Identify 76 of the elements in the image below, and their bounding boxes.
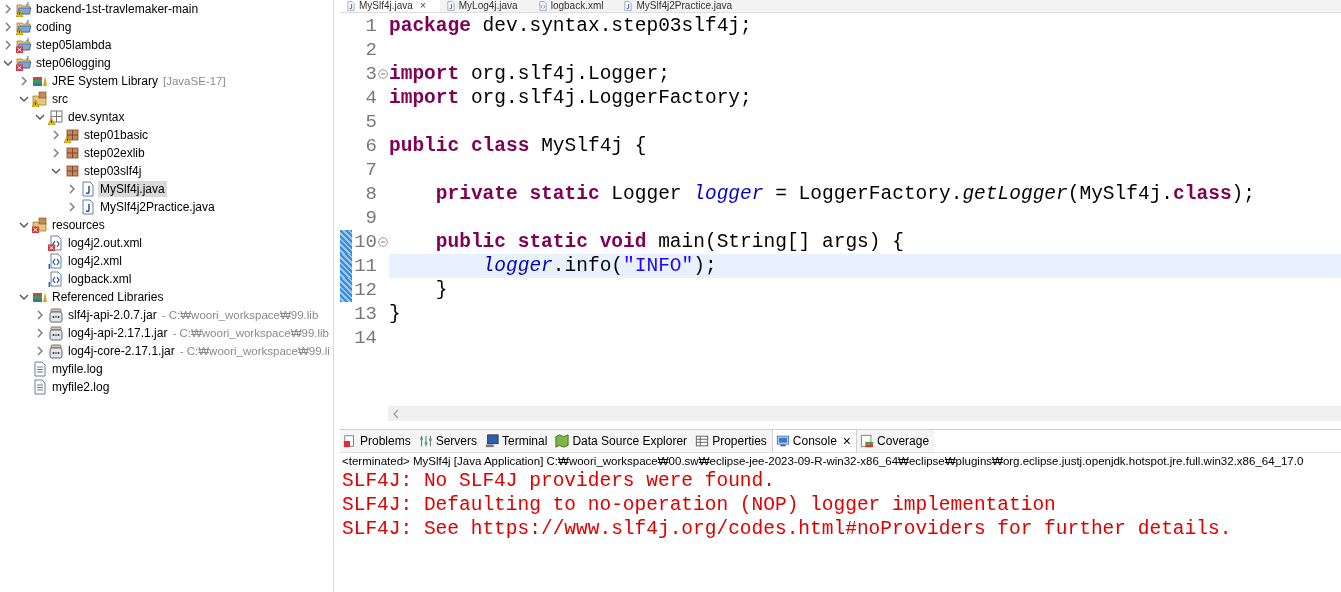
- view-tab[interactable]: Servers: [415, 430, 483, 452]
- tree-item[interactable]: log4j-api-2.17.1.jar: [66, 325, 170, 341]
- tree-item[interactable]: step06logging: [34, 55, 113, 71]
- close-view-icon[interactable]: ×: [842, 433, 852, 449]
- line-number: 11: [353, 255, 377, 277]
- line-number: 2: [364, 39, 377, 61]
- console-output-line: SLF4J: Defaulting to no-operation (NOP) logger implementation: [341, 493, 1057, 517]
- tree-item[interactable]: step03slf4j: [82, 163, 144, 179]
- tree-item-detail: [JavaSE-17]: [163, 75, 226, 87]
- fold-icon[interactable]: [378, 237, 388, 247]
- line-number: 8: [364, 183, 377, 205]
- console-output-line: SLF4J: See https://www.slf4j.org/codes.html#noProviders for further details.: [341, 517, 1233, 541]
- tree-item[interactable]: backend-1st-travlemaker-main: [34, 1, 201, 17]
- properties-view-icon: [695, 434, 710, 448]
- view-tab[interactable]: Console ×: [771, 430, 858, 452]
- code-line: package dev.syntax.step03slf4j;: [389, 14, 753, 38]
- tree-item[interactable]: dev.syntax: [66, 109, 127, 125]
- tree-item[interactable]: JRE System Library: [50, 73, 161, 89]
- editor-tab[interactable]: logback.xml: [531, 0, 618, 12]
- terminal-view-icon: [485, 434, 500, 448]
- line-number: 7: [364, 159, 377, 181]
- tree-item[interactable]: src: [50, 91, 70, 107]
- code-line: private static Logger logger = LoggerFactory.getLogger(MySlf4j.class);: [434, 182, 1256, 206]
- view-tab[interactable]: Problems: [340, 430, 416, 452]
- tree-item[interactable]: slf4j-api-2.0.7.jar: [66, 307, 159, 323]
- tree-item[interactable]: logback.xml: [66, 271, 134, 287]
- code-line: import org.slf4j.LoggerFactory;: [389, 86, 753, 110]
- view-tab[interactable]: Data Source Explorer: [552, 430, 693, 452]
- line-number: 14: [353, 327, 377, 349]
- view-tab[interactable]: Coverage: [857, 430, 935, 452]
- tree-item[interactable]: MySlf4j2Practice.java: [98, 199, 217, 215]
- tree-item[interactable]: myfile2.log: [50, 379, 112, 395]
- horizontal-scrollbar[interactable]: [388, 406, 1341, 421]
- problems-view-icon: [343, 434, 357, 448]
- tree-item-detail: - C:₩woori_workspace₩99.lib: [161, 309, 319, 321]
- fold-icon[interactable]: [378, 69, 388, 79]
- line-number: 4: [364, 87, 377, 109]
- view-tab[interactable]: Properties: [692, 430, 772, 452]
- editor-tab[interactable]: MySlf4j2Practice.java: [617, 0, 747, 12]
- editor-tab[interactable]: MyLog4j.java: [439, 0, 532, 12]
- tree-item-detail: - C:₩woori_workspace₩99.li: [179, 345, 330, 357]
- editor-tab[interactable]: MySlf4j.java ×: [340, 0, 440, 12]
- tree-item[interactable]: resources: [50, 217, 107, 233]
- line-number: 9: [364, 207, 377, 229]
- tree-item[interactable]: log4j2.xml: [66, 253, 125, 269]
- tree-item[interactable]: log4j-core-2.17.1.jar: [66, 343, 177, 359]
- tree-item-detail: - C:₩woori_workspace₩99.lib: [172, 327, 329, 339]
- line-number: 13: [353, 303, 377, 325]
- tree-item[interactable]: Referenced Libraries: [50, 289, 166, 305]
- code-line: public static void main(String[] args) {: [434, 230, 905, 254]
- line-number: 3: [364, 63, 377, 85]
- console-status: <terminated> MySlf4j [Java Application] C:₩woori_workspace₩00.sw₩eclipse-jee-2023-09-R-win32-x86_64₩eclipse₩plugins₩org.eclipse.justj.openjdk.hotspot.jre.full.win32.x86_64_17.0: [341, 454, 1305, 469]
- close-tab-icon[interactable]: ×: [419, 0, 426, 12]
- line-number: 1: [364, 15, 377, 37]
- line-number: 5: [364, 111, 377, 133]
- tree-item[interactable]: step02exlib: [82, 145, 147, 161]
- tree-item[interactable]: log4j2.out.xml: [66, 235, 145, 251]
- console-view-icon: [775, 434, 790, 448]
- tree-item[interactable]: MySlf4j.java: [98, 181, 167, 197]
- tree-item[interactable]: coding: [34, 19, 74, 35]
- code-line: }: [434, 278, 449, 302]
- tree-item[interactable]: step01basic: [82, 127, 151, 143]
- data-source-view-icon: [555, 434, 570, 448]
- tree-item[interactable]: myfile.log: [50, 361, 105, 377]
- line-number: 12: [353, 279, 377, 301]
- servers-view-icon: [418, 434, 433, 448]
- code-line: public class MySlf4j {: [389, 134, 648, 158]
- code-line: }: [389, 302, 402, 326]
- scroll-left-icon[interactable]: [392, 408, 400, 419]
- code-line: import org.slf4j.Logger;: [389, 62, 671, 86]
- console-output-line: SLF4J: No SLF4J providers were found.: [341, 469, 776, 493]
- line-number: 10: [353, 231, 377, 253]
- coverage-view-icon: [860, 434, 875, 448]
- tree-item[interactable]: step05lambda: [34, 37, 114, 53]
- line-number: 6: [364, 135, 377, 157]
- view-tab[interactable]: Terminal: [482, 430, 553, 452]
